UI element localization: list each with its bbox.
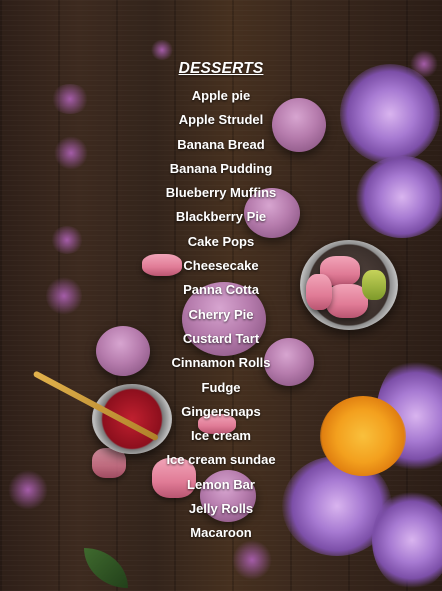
list-item: Custard Tart [182, 330, 260, 346]
dessert-list: Apple pie Apple Strudel Banana Bread Ban… [0, 84, 442, 546]
list-item: Cherry Pie [188, 306, 254, 322]
list-item: Blackberry Pie [175, 209, 267, 225]
list-item: Banana Pudding [169, 160, 273, 176]
list-item: Cake Pops [187, 233, 255, 249]
menu-title: DESSERTS [178, 60, 264, 77]
dessert-menu: DESSERTS Apple pie Apple Strudel Banana … [0, 60, 442, 546]
dessert-menu-page: DESSERTS Apple pie Apple Strudel Banana … [0, 0, 442, 591]
list-item: Ice cream sundae [166, 452, 276, 468]
list-item: Apple Strudel [178, 112, 264, 128]
list-item: Panna Cotta [183, 282, 259, 298]
list-item: Fudge [201, 379, 241, 395]
list-item: Cheesecake [183, 258, 259, 274]
lavender-7 [232, 540, 272, 580]
list-item: Gingersnaps [181, 403, 261, 419]
list-item: Ice cream [191, 428, 251, 444]
list-item: Cinnamon Rolls [171, 355, 271, 371]
list-item: Jelly Rolls [188, 501, 254, 517]
list-item: Blueberry Muffins [165, 185, 277, 201]
list-item: Macaroon [190, 525, 252, 541]
list-item: Apple pie [191, 88, 251, 103]
list-item: Banana Bread [177, 136, 265, 152]
list-item: Lemon Bar [187, 476, 255, 492]
lavender-6 [150, 40, 174, 60]
